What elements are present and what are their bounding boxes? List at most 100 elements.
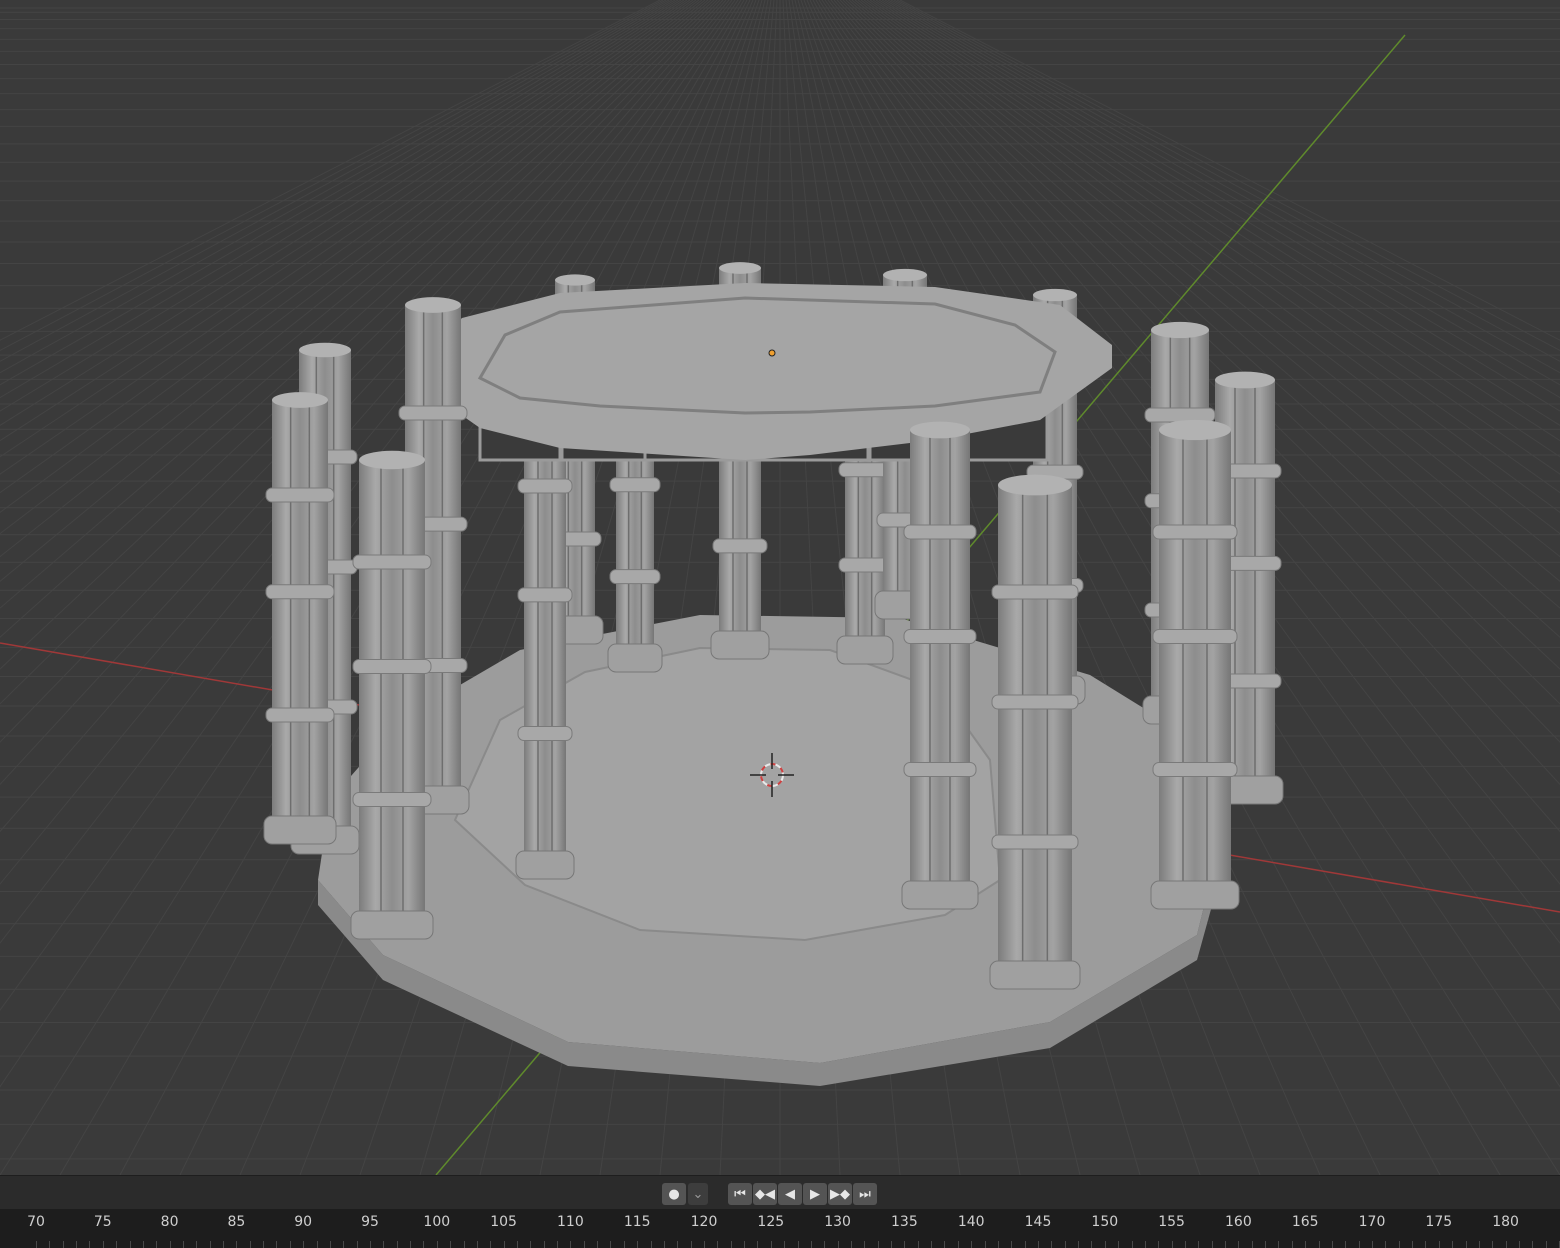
timeline-tick	[570, 1241, 572, 1248]
viewport-canvas[interactable]	[0, 0, 1560, 1175]
timeline-frame-label: 75	[93, 1214, 112, 1230]
column-cap	[1033, 288, 1077, 302]
column-base	[836, 635, 894, 665]
timeline-frame-label: 80	[160, 1214, 179, 1230]
jump-to-start-icon[interactable]: ⏮	[728, 1183, 752, 1205]
previous-keyframe-icon[interactable]: ◆◀	[753, 1183, 777, 1205]
timeline-frame-label: 180	[1492, 1214, 1519, 1230]
timeline-frame-label: 120	[690, 1214, 718, 1230]
column-cap	[1159, 419, 1231, 441]
column-base	[263, 815, 337, 845]
timeline-tick	[850, 1241, 852, 1248]
chevron-down-icon[interactable]: ⌄	[688, 1183, 708, 1205]
timeline-tick	[931, 1241, 933, 1248]
timeline-tick	[877, 1241, 879, 1248]
next-keyframe-icon[interactable]: ▶◆	[828, 1183, 852, 1205]
timeline-tick	[944, 1241, 946, 1248]
timeline-tick	[1064, 1241, 1066, 1248]
timeline-tick	[142, 1241, 144, 1248]
column-ring	[991, 584, 1079, 600]
column	[263, 392, 337, 845]
timeline-tick	[182, 1241, 184, 1248]
timeline-tick	[1318, 1241, 1320, 1248]
timeline-tick	[1385, 1241, 1387, 1248]
column-cap	[359, 450, 425, 470]
timeline-tick	[423, 1241, 425, 1248]
timeline-tick	[49, 1241, 51, 1248]
timeline-tick	[370, 1241, 371, 1248]
timeline-tick	[637, 1241, 639, 1248]
column-ring	[1152, 629, 1238, 644]
timeline-tick	[516, 1241, 518, 1248]
timeline-tick	[1144, 1241, 1146, 1248]
column	[350, 450, 434, 940]
timeline-tick	[1051, 1241, 1053, 1248]
column-ring	[517, 587, 573, 603]
timeline-tick	[1398, 1241, 1400, 1248]
column-ring	[903, 762, 977, 777]
timeline-tick	[784, 1241, 786, 1248]
column	[989, 474, 1081, 990]
timeline-tick	[677, 1241, 679, 1248]
column-ring	[265, 584, 335, 600]
timeline-tick	[543, 1241, 545, 1248]
column-base	[989, 960, 1081, 990]
timeline-tick	[1024, 1241, 1026, 1248]
timeline-ruler[interactable]: 70 75 80 85 90 95 100 105 110 115 120 125 130 135 140 1…	[0, 1209, 1560, 1248]
timeline-frame-label: 160	[1225, 1214, 1252, 1230]
timeline-tick	[730, 1241, 732, 1248]
column-ring	[265, 707, 335, 723]
timeline-frame-label: 130	[824, 1214, 851, 1230]
timeline-tick	[1158, 1241, 1160, 1248]
record-dot-icon[interactable]: ●	[662, 1183, 686, 1205]
timeline-tick	[1131, 1241, 1133, 1248]
timeline-tick	[757, 1241, 759, 1248]
timeline-tick	[1184, 1241, 1186, 1248]
timeline-tick	[316, 1241, 318, 1248]
timeline-tick	[102, 1241, 104, 1248]
timeline-tick	[690, 1241, 692, 1248]
timeline-frame-label: 70	[27, 1214, 45, 1230]
timeline-frame-label: 155	[1158, 1214, 1185, 1230]
timeline-tick	[891, 1241, 893, 1248]
timeline-tick	[209, 1241, 211, 1248]
timeline-tick	[1358, 1241, 1360, 1248]
timeline-tick	[196, 1241, 198, 1248]
play-reverse-icon[interactable]: ◀	[778, 1183, 802, 1205]
timeline-tick	[997, 1241, 999, 1248]
timeline-tick	[957, 1241, 959, 1248]
timeline-tick	[1412, 1241, 1414, 1248]
column-cap	[272, 392, 328, 408]
column-ring	[517, 726, 573, 741]
timeline-tick	[1438, 1241, 1440, 1248]
timeline-tick	[824, 1241, 826, 1248]
jump-to-end-icon[interactable]: ⏭	[853, 1183, 877, 1205]
3d-viewport[interactable]	[0, 0, 1560, 1175]
timeline-tick	[276, 1241, 278, 1248]
timeline-tick	[1305, 1241, 1307, 1248]
timeline-tick	[249, 1241, 251, 1248]
timeline-frame-label: 110	[557, 1214, 584, 1230]
column-base	[901, 880, 979, 910]
timeline-tick	[1198, 1241, 1200, 1248]
timeline-tick	[837, 1241, 839, 1248]
column-base	[1150, 880, 1240, 910]
play-icon[interactable]: ▶	[803, 1183, 827, 1205]
column-cap	[1215, 371, 1275, 389]
column-ring	[398, 405, 468, 421]
timeline-tick	[236, 1241, 238, 1248]
timeline-tick	[436, 1241, 438, 1248]
timeline-tick	[450, 1241, 452, 1248]
timeline-tick	[1104, 1241, 1106, 1248]
timeline-tick	[396, 1241, 398, 1248]
timeline-tick	[530, 1241, 532, 1248]
column-ring	[609, 569, 661, 585]
timeline-tick	[917, 1241, 919, 1248]
timeline-tick	[410, 1241, 412, 1248]
timeline-tick	[1265, 1241, 1267, 1248]
timeline-tick	[1038, 1241, 1039, 1248]
timeline-tick	[476, 1241, 478, 1248]
timeline-frame-label: 90	[294, 1214, 313, 1230]
timeline-tick	[303, 1241, 305, 1248]
column	[1150, 419, 1240, 910]
